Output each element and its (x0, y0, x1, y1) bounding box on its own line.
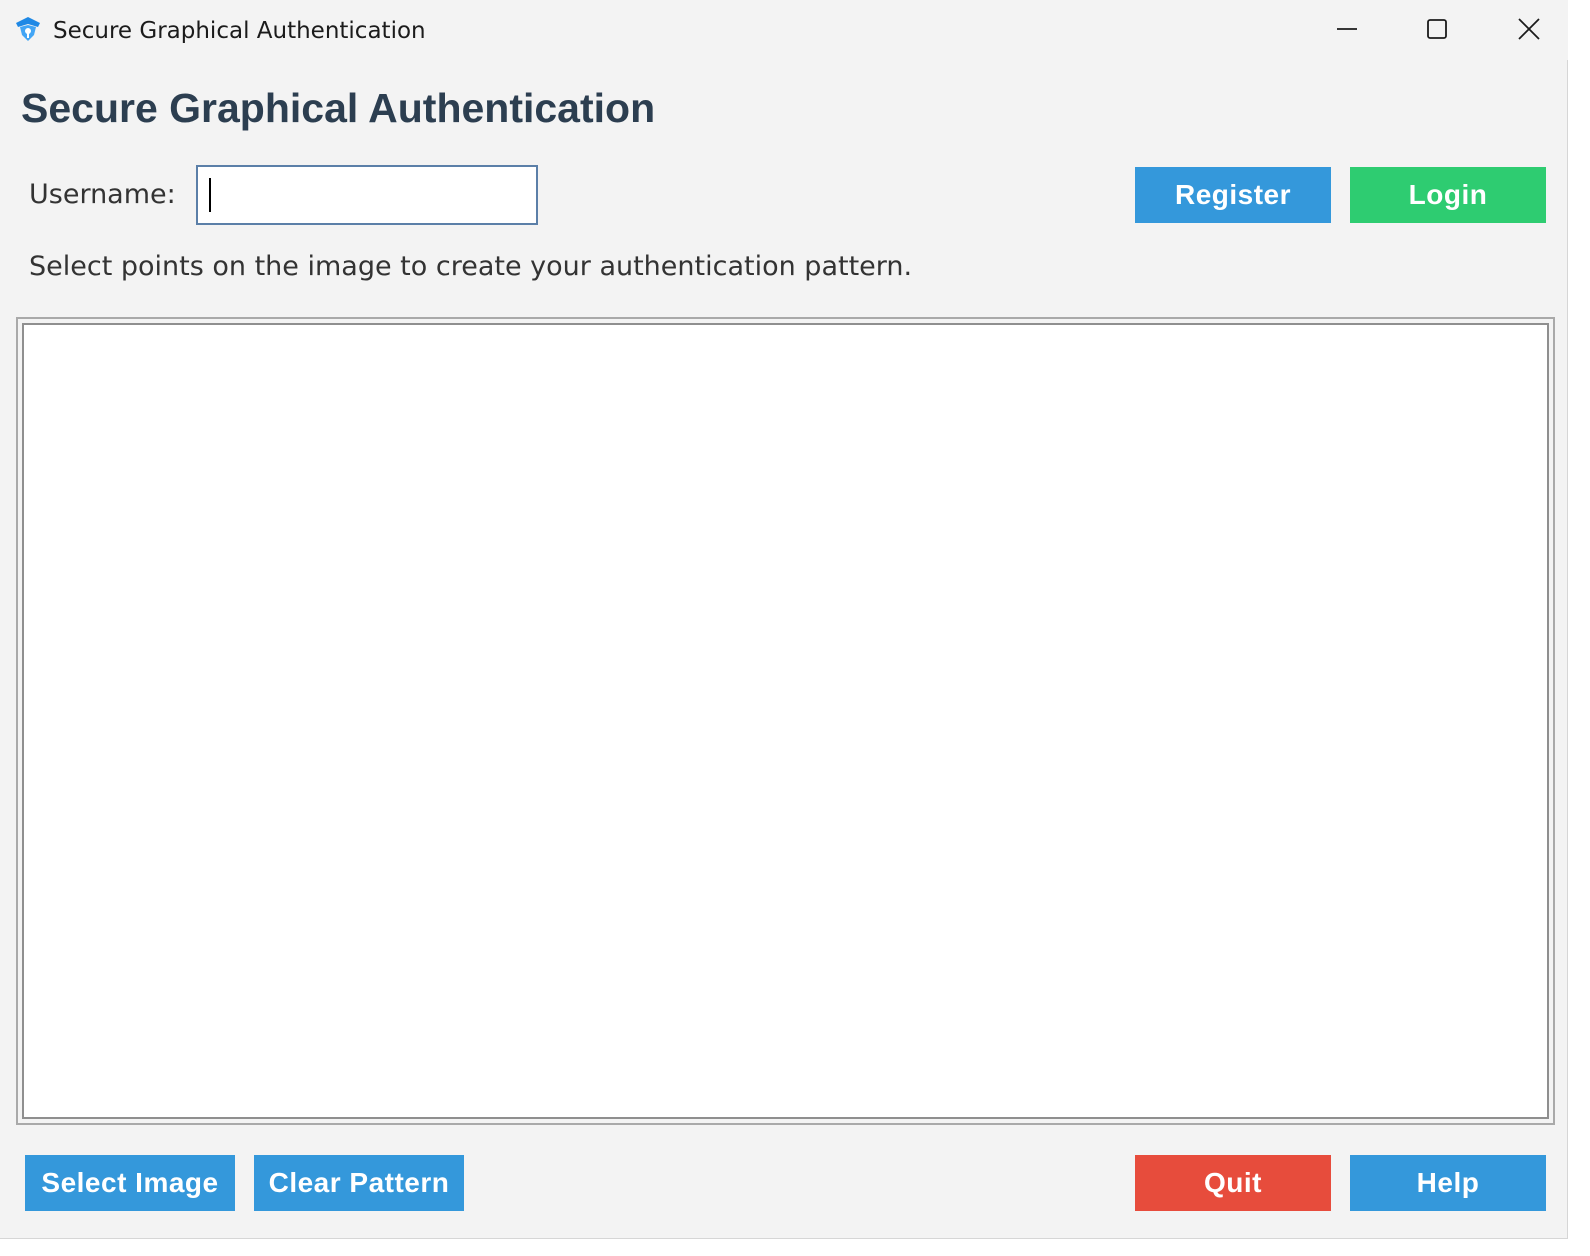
quit-button[interactable]: Quit (1135, 1155, 1331, 1211)
login-button[interactable]: Login (1350, 167, 1546, 223)
text-caret (209, 178, 211, 212)
close-icon (1518, 18, 1540, 40)
username-label: Username: (29, 179, 176, 210)
maximize-icon (1427, 19, 1447, 39)
instructions-text: Select points on the image to create you… (29, 251, 913, 282)
close-button[interactable] (1484, 0, 1574, 58)
page-title: Secure Graphical Authentication (21, 85, 656, 131)
register-button[interactable]: Register (1135, 167, 1331, 223)
app-window: Secure Graphical Authentication Secure G… (0, 0, 1568, 1239)
image-canvas[interactable] (22, 323, 1549, 1119)
username-input[interactable] (196, 165, 538, 225)
help-button[interactable]: Help (1350, 1155, 1546, 1211)
window-title: Secure Graphical Authentication (53, 18, 426, 44)
title-bar[interactable]: Secure Graphical Authentication (0, 0, 1568, 60)
minimize-button[interactable] (1302, 0, 1392, 58)
clear-pattern-button[interactable]: Clear Pattern (254, 1155, 464, 1211)
maximize-button[interactable] (1392, 0, 1482, 58)
shield-app-icon (16, 17, 40, 41)
select-image-button[interactable]: Select Image (25, 1155, 235, 1211)
minimize-icon (1337, 28, 1357, 30)
